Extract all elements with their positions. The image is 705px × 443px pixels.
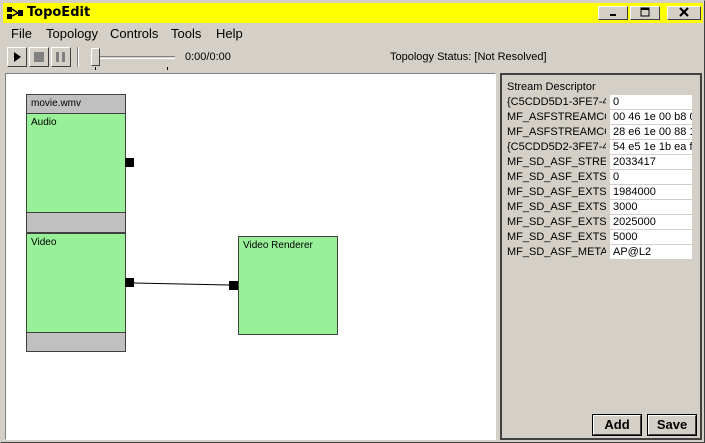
property-row[interactable]: MF_ASFSTREAMCO 00 46 1e 00 b8 0 xyxy=(506,110,692,125)
minimize-icon xyxy=(610,14,616,16)
topology-canvas[interactable]: movie.wmv Audio Video Video Renderer xyxy=(5,73,496,440)
property-name: MF_SD_ASF_EXTST xyxy=(507,216,606,228)
topoedit-window: TopoEdit File Topology Controls Tools He… xyxy=(0,0,705,443)
property-name: {C5CDD5D1-3FE7-41 xyxy=(507,96,606,108)
property-row[interactable]: MF_SD_ASF_EXTST 5000 xyxy=(506,230,692,245)
property-value[interactable]: 00 46 1e 00 b8 0 xyxy=(610,110,692,124)
menu-topology[interactable]: Topology xyxy=(46,26,98,41)
title-bar[interactable]: TopoEdit xyxy=(3,3,703,23)
property-row[interactable]: {C5CDD5D1-3FE7-41 0 xyxy=(506,95,692,110)
property-row[interactable]: MF_SD_ASF_EXTST 0 xyxy=(506,170,692,185)
connection-line[interactable] xyxy=(6,74,496,440)
seek-tick-end xyxy=(167,67,168,70)
minimize-button[interactable] xyxy=(598,6,628,20)
property-value[interactable]: AP@L2 xyxy=(610,245,692,259)
property-row[interactable]: MF_SD_ASF_EXTST 1984000 xyxy=(506,185,692,200)
property-name: MF_SD_ASF_EXTST xyxy=(507,201,606,213)
stop-button[interactable] xyxy=(29,47,49,67)
property-row[interactable]: MF_SD_ASF_EXTST 2025000 xyxy=(506,215,692,230)
time-readout: 0:00/0:00 xyxy=(185,51,231,63)
topology-status: Topology Status: [Not Resolved] xyxy=(390,51,547,63)
pause-button[interactable] xyxy=(51,47,71,67)
property-value[interactable]: 1984000 xyxy=(610,185,692,199)
close-icon xyxy=(679,7,689,17)
toolbar-separator xyxy=(77,47,79,67)
property-name: {C5CDD5D2-3FE7-41 xyxy=(507,141,606,153)
app-icon xyxy=(7,7,23,19)
pause-icon xyxy=(56,52,59,62)
property-row[interactable]: MF_ASFSTREAMCO 28 e6 1e 00 88 1 xyxy=(506,125,692,140)
close-button[interactable] xyxy=(667,6,701,20)
property-row[interactable]: MF_SD_ASF_EXTST 3000 xyxy=(506,200,692,215)
menu-tools[interactable]: Tools xyxy=(171,26,201,41)
property-name: MF_SD_ASF_METAD xyxy=(507,246,606,258)
stream-descriptor-panel: Stream Descriptor {C5CDD5D1-3FE7-41 0 MF_A… xyxy=(500,73,702,440)
panel-title: Stream Descriptor xyxy=(507,81,596,93)
menu-bar: File Topology Controls Tools Help xyxy=(3,23,703,43)
property-name: MF_ASFSTREAMCO xyxy=(507,111,606,123)
maximize-button[interactable] xyxy=(630,6,660,20)
toolbar: 0:00/0:00 Topology Status: [Not Resolved… xyxy=(3,45,703,71)
property-value[interactable]: 54 e5 1e 1b ea f xyxy=(610,140,692,154)
play-icon xyxy=(14,52,21,62)
property-value[interactable]: 2033417 xyxy=(610,155,692,169)
property-name: MF_SD_ASF_EXTST xyxy=(507,231,606,243)
window-title: TopoEdit xyxy=(27,5,91,20)
property-value[interactable]: 5000 xyxy=(610,230,692,244)
property-value[interactable]: 3000 xyxy=(610,200,692,214)
play-button[interactable] xyxy=(7,47,27,67)
property-value[interactable]: 0 xyxy=(610,95,692,109)
seek-tick-start xyxy=(95,67,96,70)
property-name: MF_SD_ASF_EXTST xyxy=(507,186,606,198)
property-value[interactable]: 28 e6 1e 00 88 1 xyxy=(610,125,692,139)
property-row[interactable]: MF_SD_ASF_STREA 2033417 xyxy=(506,155,692,170)
property-name: MF_ASFSTREAMCO xyxy=(507,126,606,138)
add-button[interactable]: Add xyxy=(592,414,642,436)
menu-file[interactable]: File xyxy=(11,26,32,41)
property-row[interactable]: MF_SD_ASF_METAD AP@L2 xyxy=(506,245,692,260)
property-row[interactable]: {C5CDD5D2-3FE7-41 54 e5 1e 1b ea f xyxy=(506,140,692,155)
menu-help[interactable]: Help xyxy=(216,26,243,41)
property-value[interactable]: 2025000 xyxy=(610,215,692,229)
stop-icon xyxy=(34,52,44,62)
menu-controls[interactable]: Controls xyxy=(110,26,158,41)
save-button[interactable]: Save xyxy=(647,414,697,436)
property-name: MF_SD_ASF_EXTST xyxy=(507,171,606,183)
seek-track[interactable] xyxy=(95,56,175,59)
property-value[interactable]: 0 xyxy=(610,170,692,184)
seek-slider-thumb[interactable] xyxy=(91,48,100,66)
property-name: MF_SD_ASF_STREA xyxy=(507,156,606,168)
maximize-icon xyxy=(640,7,650,17)
